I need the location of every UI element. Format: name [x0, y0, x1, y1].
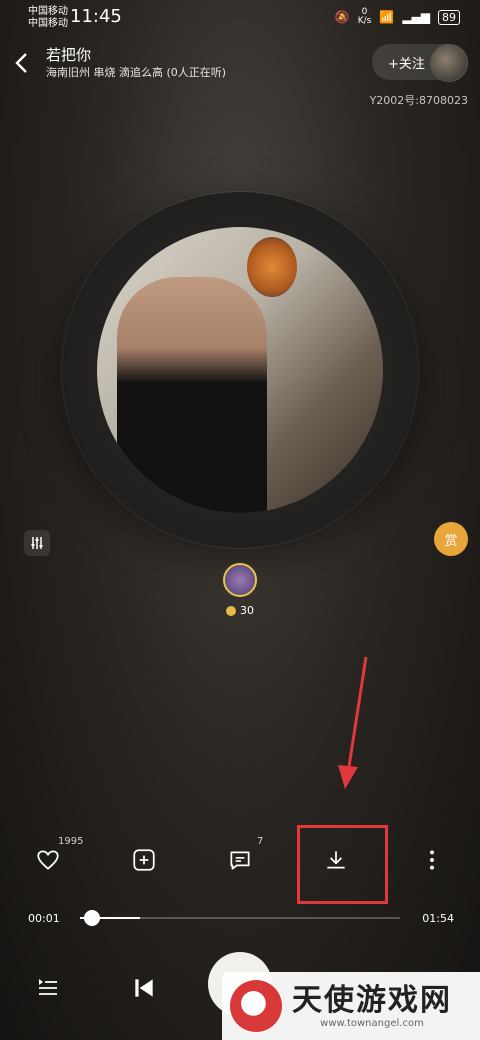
skip-previous-icon	[135, 979, 153, 997]
previous-button[interactable]	[124, 968, 164, 1008]
current-time: 00:01	[28, 912, 60, 925]
back-button[interactable]	[14, 52, 28, 80]
playlist-button[interactable]	[28, 968, 68, 1008]
cover-person-image	[117, 277, 267, 513]
equalizer-icon	[31, 537, 43, 549]
tiger-sticker	[247, 237, 297, 297]
comment-button[interactable]	[222, 842, 258, 878]
avatar[interactable]	[430, 44, 468, 82]
equalizer-button[interactable]	[24, 530, 50, 556]
heart-icon	[37, 850, 59, 870]
plus-square-icon	[133, 849, 155, 871]
total-time: 01:54	[422, 912, 454, 925]
battery-indicator: 89	[438, 9, 460, 25]
status-icons: 🔕 0 K/s 📶 ▂▄▆ 89	[335, 8, 460, 26]
annotation-highlight-box	[297, 825, 388, 904]
follow-label: +关注	[388, 56, 425, 72]
user-id: Y2002号:8708023	[369, 94, 468, 107]
song-title: 若把你	[46, 46, 92, 64]
add-to-playlist-button[interactable]	[126, 842, 162, 878]
playlist-icon	[39, 979, 57, 995]
watermark: 天使游戏网 www.townangel.com	[222, 972, 480, 1040]
like-button[interactable]	[30, 842, 66, 878]
flower-count: 30	[226, 604, 254, 617]
signal-icon: ▂▄▆	[402, 10, 430, 24]
album-cover[interactable]	[97, 227, 383, 513]
watermark-logo	[230, 980, 282, 1032]
like-count: 1995	[58, 836, 84, 847]
annotation-arrow	[338, 656, 368, 789]
comment-count: 7	[257, 836, 264, 847]
status-bar: 中国移动 中国移动 11:45 🔕 0 K/s 📶 ▂▄▆ 89	[0, 0, 480, 34]
flower-icon	[226, 605, 236, 616]
network-speed: 0 K/s	[357, 7, 372, 26]
chevron-left-icon	[15, 53, 27, 73]
comment-icon	[230, 851, 250, 870]
follow-button[interactable]: +关注	[372, 44, 468, 82]
mute-icon: 🔕	[334, 10, 350, 24]
more-vertical-icon	[430, 850, 434, 870]
song-meta: 海南旧州 串烧 滴追么高 (0人正在听)	[46, 66, 227, 79]
status-time: 11:45	[70, 6, 122, 27]
carrier-label: 中国移动 中国移动	[28, 6, 68, 29]
wifi-icon: 📶	[379, 10, 395, 24]
more-button[interactable]	[414, 842, 450, 878]
watermark-url: www.townangel.com	[320, 1017, 424, 1029]
progress-thumb[interactable]	[84, 910, 100, 926]
watermark-brand: 天使游戏网	[292, 982, 452, 1018]
uploader-avatar[interactable]	[223, 563, 257, 597]
reward-button[interactable]: 赏	[434, 522, 468, 556]
